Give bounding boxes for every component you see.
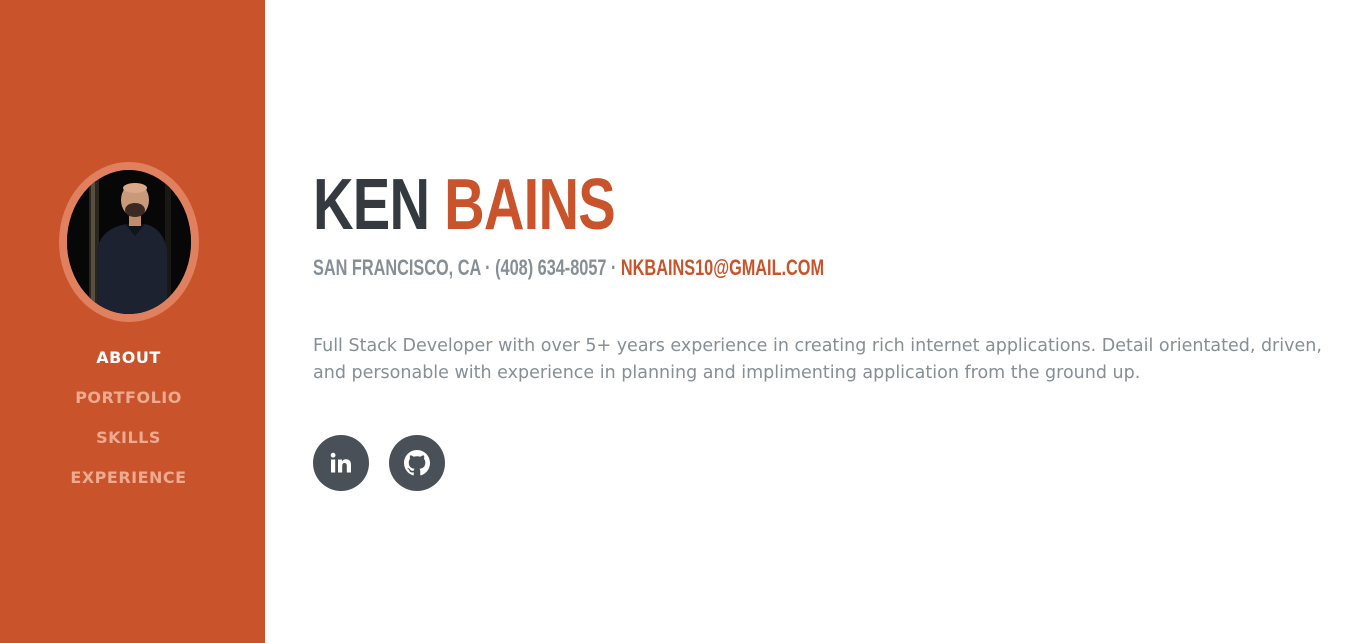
nav-item-portfolio: PORTFOLIO bbox=[0, 385, 257, 425]
bio-text: Full Stack Developer with over 5+ years … bbox=[313, 336, 1322, 383]
nav-link-experience[interactable]: EXPERIENCE bbox=[70, 468, 186, 487]
main-nav: ABOUT PORTFOLIO SKILLS EXPERIENCE bbox=[0, 345, 257, 505]
separator: · bbox=[606, 255, 621, 280]
nav-link-portfolio[interactable]: PORTFOLIO bbox=[75, 388, 182, 407]
contact-info: SAN FRANCISCO, CA · (408) 634-8057 · NKB… bbox=[313, 255, 824, 281]
nav-link-skills[interactable]: SKILLS bbox=[96, 428, 161, 447]
profile-photo bbox=[67, 170, 191, 314]
location-text: SAN FRANCISCO, CA bbox=[313, 255, 481, 280]
sidebar: ABOUT PORTFOLIO SKILLS EXPERIENCE bbox=[0, 0, 265, 643]
linkedin-icon bbox=[330, 452, 351, 473]
social-links bbox=[313, 435, 445, 491]
last-name: BAINS bbox=[444, 165, 616, 245]
phone-text: (408) 634-8057 bbox=[495, 255, 607, 280]
nav-item-experience: EXPERIENCE bbox=[0, 465, 257, 505]
first-name: KEN bbox=[313, 165, 430, 245]
nav-item-about: ABOUT bbox=[0, 345, 257, 385]
email-link[interactable]: NKBAINS10@GMAIL.COM bbox=[621, 255, 824, 280]
nav-item-skills: SKILLS bbox=[0, 425, 257, 465]
linkedin-button[interactable] bbox=[313, 435, 369, 491]
profile-avatar bbox=[59, 162, 199, 322]
github-icon bbox=[404, 450, 430, 476]
page-title: KEN BAINS bbox=[313, 160, 616, 250]
github-button[interactable] bbox=[389, 435, 445, 491]
separator: · bbox=[480, 255, 496, 280]
nav-link-about[interactable]: ABOUT bbox=[96, 348, 161, 367]
